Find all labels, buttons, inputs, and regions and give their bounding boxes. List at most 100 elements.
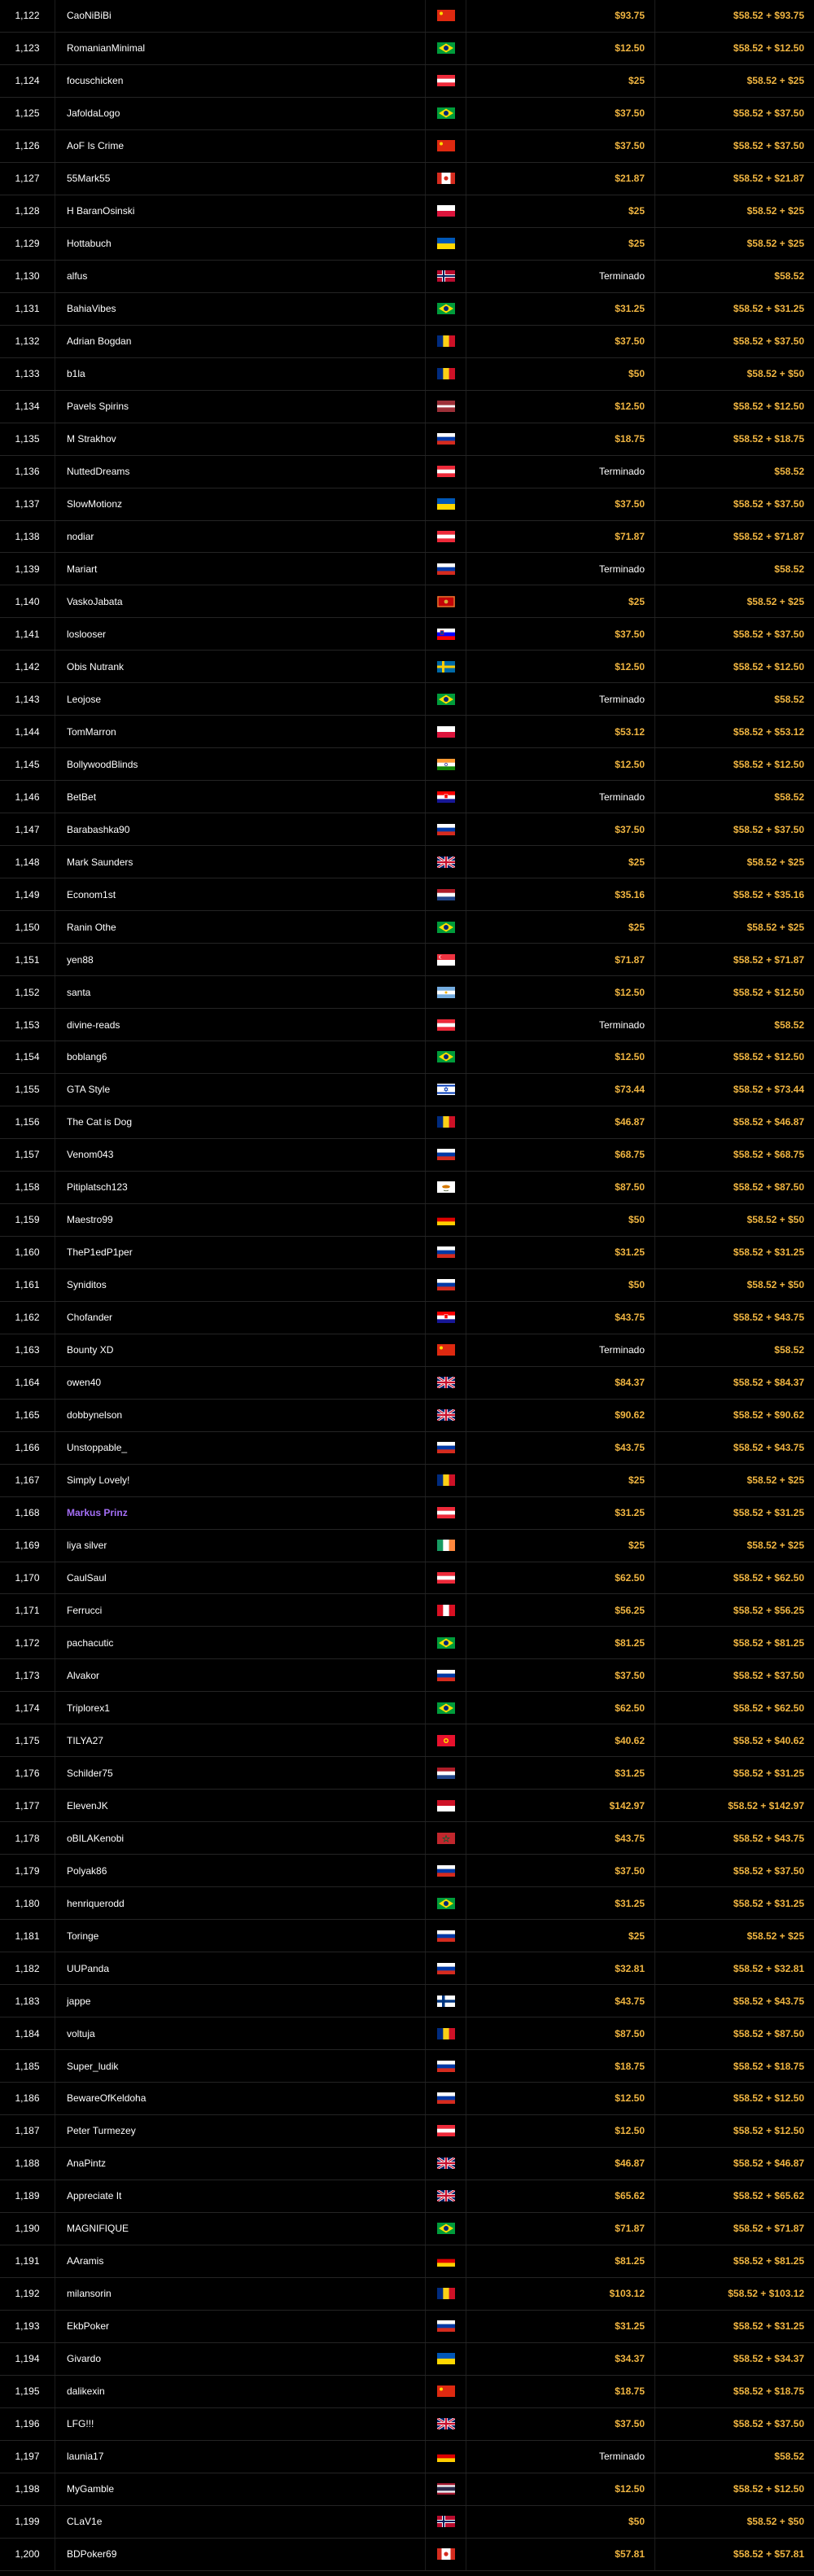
player-name[interactable]: Super_ludik (55, 2050, 426, 2082)
player-name[interactable]: TILYA27 (55, 1724, 426, 1757)
player-name[interactable]: Leojose (55, 683, 426, 716)
player-name[interactable]: SlowMotionz (55, 488, 426, 520)
player-name[interactable]: CaulSaul (55, 1562, 426, 1594)
uk-flag-icon (426, 1399, 466, 1431)
player-name[interactable]: b1la (55, 357, 426, 390)
player-name[interactable]: milansorin (55, 2277, 426, 2310)
total-cell: $58.52 + $57.81 (733, 2548, 804, 2561)
table-row: 1,136 NuttedDreams Terminado $58.52 (0, 455, 814, 488)
player-name[interactable]: dobbynelson (55, 1399, 426, 1431)
player-name[interactable]: focuschicken (55, 64, 426, 97)
player-name[interactable]: oBILAKenobi (55, 1822, 426, 1855)
prize-cell: $12.50 (466, 651, 655, 683)
table-row: 1,166 Unstoppable_ $43.75 $58.52 + $43.75 (0, 1431, 814, 1465)
player-name[interactable]: BDPoker69 (55, 2538, 426, 2570)
russia-flag-icon (426, 1236, 466, 1268)
table-row: 1,180 henriquerodd $31.25 $58.52 + $31.25 (0, 1887, 814, 1921)
total-cell: $58.52 + $84.37 (733, 1377, 804, 1389)
player-name[interactable]: Ferrucci (55, 1594, 426, 1627)
player-name[interactable]: Toringe (55, 1920, 426, 1952)
player-name[interactable]: Econom1st (55, 878, 426, 911)
player-name[interactable]: ElevenJK (55, 1790, 426, 1822)
player-name[interactable]: boblang6 (55, 1041, 426, 1073)
player-name[interactable]: GTA Style (55, 1073, 426, 1106)
player-name[interactable]: Hottabuch (55, 227, 426, 260)
rank-cell: 1,156 (0, 1106, 55, 1138)
prize-cell: $25 (466, 195, 655, 227)
player-name[interactable]: BollywoodBlinds (55, 748, 426, 781)
total-cell: $58.52 + $31.25 (733, 1897, 804, 1909)
total-cell: $58.52 + $87.50 (733, 1181, 804, 1194)
player-name[interactable]: Obis Nutrank (55, 651, 426, 683)
player-name[interactable]: AoF Is Crime (55, 129, 426, 162)
player-name[interactable]: Polyak86 (55, 1855, 426, 1887)
player-name[interactable]: VaskoJabata (55, 585, 426, 618)
player-name[interactable]: MAGNIFIQUE (55, 2212, 426, 2245)
player-name[interactable]: jappe (55, 1985, 426, 2017)
player-name[interactable]: JafoldaLogo (55, 97, 426, 129)
player-name[interactable]: liya silver (55, 1529, 426, 1562)
player-name[interactable]: Alvakor (55, 1659, 426, 1692)
player-name[interactable]: Markus Prinz (55, 1496, 426, 1529)
player-name[interactable]: Mariart (55, 553, 426, 585)
player-name[interactable]: divine-reads (55, 1009, 426, 1040)
player-name[interactable]: owen40 (55, 1366, 426, 1399)
player-name[interactable]: BewareOfKeldoha (55, 2083, 426, 2114)
player-name[interactable]: Barabashka90 (55, 813, 426, 846)
russia-flag-icon (426, 553, 466, 585)
player-name[interactable]: EkbPoker (55, 2310, 426, 2342)
table-row: 1,138 nodiar $71.87 $58.52 + $71.87 (0, 520, 814, 554)
player-name[interactable]: Syniditos (55, 1268, 426, 1301)
player-name[interactable]: Triplorex1 (55, 1692, 426, 1724)
player-name[interactable]: Givardo (55, 2342, 426, 2375)
player-name[interactable]: Appreciate It (55, 2180, 426, 2212)
player-name[interactable]: H BaranOsinski (55, 195, 426, 227)
player-name[interactable]: 55Mark55 (55, 162, 426, 195)
player-name[interactable]: santa (55, 976, 426, 1009)
player-name[interactable]: AAramis (55, 2245, 426, 2277)
russia-flag-icon (426, 423, 466, 455)
player-name[interactable]: Mark Saunders (55, 846, 426, 878)
player-name[interactable]: Simply Lovely! (55, 1464, 426, 1496)
player-name[interactable]: BahiaVibes (55, 292, 426, 325)
player-name[interactable]: Chofander (55, 1301, 426, 1334)
player-name[interactable]: Peter Turmezey (55, 2114, 426, 2147)
player-name[interactable]: MyGamble (55, 2473, 426, 2505)
player-name[interactable]: M Strakhov (55, 423, 426, 455)
player-name[interactable]: henriquerodd (55, 1887, 426, 1920)
player-name[interactable]: loslooser (55, 618, 426, 651)
player-name[interactable]: launia17 (55, 2440, 426, 2473)
player-name[interactable]: Pitiplatsch123 (55, 1171, 426, 1203)
player-name[interactable]: yen88 (55, 944, 426, 976)
player-name[interactable]: TheP1edP1per (55, 1236, 426, 1268)
player-name[interactable]: UUPanda (55, 1952, 426, 1985)
player-name[interactable]: Venom043 (55, 1138, 426, 1171)
player-name[interactable]: Bounty XD (55, 1334, 426, 1366)
player-name[interactable]: alfus (55, 260, 426, 292)
player-name[interactable]: pachacutic (55, 1627, 426, 1659)
player-name[interactable]: NuttedDreams (55, 455, 426, 488)
player-name[interactable]: Unstoppable_ (55, 1431, 426, 1464)
prize-cell: $84.37 (466, 1366, 655, 1399)
table-row: 1,178 oBILAKenobi $43.75 $58.52 + $43.75 (0, 1822, 814, 1855)
table-row: 1,151 yen88 $71.87 $58.52 + $71.87 (0, 944, 814, 977)
total-cell: $58.52 + $12.50 (733, 2125, 804, 2137)
player-name[interactable]: AnaPintz (55, 2147, 426, 2180)
player-name[interactable]: CaoNiBiBi (55, 0, 426, 32)
player-name[interactable]: Pavels Spirins (55, 390, 426, 423)
player-name[interactable]: dalikexin (55, 2375, 426, 2407)
player-name[interactable]: LFG!!! (55, 2407, 426, 2440)
rank-cell: 1,192 (0, 2277, 55, 2310)
total-cell: $58.52 (774, 563, 804, 575)
player-name[interactable]: BetBet (55, 781, 426, 813)
player-name[interactable]: Adrian Bogdan (55, 325, 426, 357)
player-name[interactable]: Maestro99 (55, 1203, 426, 1236)
player-name[interactable]: RomanianMinimal (55, 32, 426, 64)
player-name[interactable]: The Cat is Dog (55, 1106, 426, 1138)
player-name[interactable]: voltuja (55, 2017, 426, 2050)
player-name[interactable]: nodiar (55, 520, 426, 553)
player-name[interactable]: Ranin Othe (55, 911, 426, 944)
player-name[interactable]: TomMarron (55, 716, 426, 748)
player-name[interactable]: CLaV1e (55, 2505, 426, 2538)
player-name[interactable]: Schilder75 (55, 1757, 426, 1790)
